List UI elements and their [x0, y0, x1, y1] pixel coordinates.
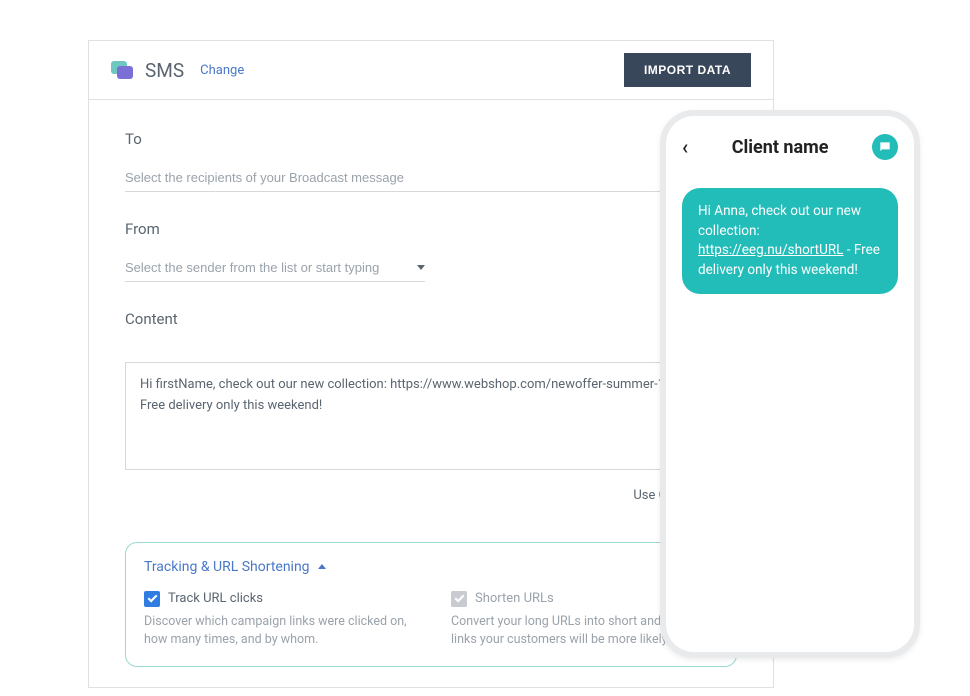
track-clicks-checkbox[interactable]: [144, 591, 160, 607]
content-textarea[interactable]: [125, 362, 737, 470]
tracking-toggle[interactable]: Tracking & URL Shortening: [144, 559, 718, 575]
to-input[interactable]: [125, 164, 737, 192]
sms-icon: [111, 61, 133, 79]
client-name-title: Client name: [732, 137, 829, 158]
channel-title: SMS: [145, 59, 184, 82]
import-data-button[interactable]: IMPORT DATA: [624, 53, 751, 87]
back-icon[interactable]: ‹: [682, 135, 688, 159]
message-bubble: Hi Anna, check out our new collection: h…: [682, 188, 898, 294]
charset-label: Use Character Set: [125, 486, 737, 507]
chevron-down-icon: [417, 265, 425, 270]
message-count: 2 Messag: [125, 344, 737, 358]
phone-header: ‹ Client name: [682, 134, 898, 160]
chat-icon[interactable]: [872, 134, 898, 160]
to-label: To: [125, 130, 737, 148]
tracking-panel: Tracking & URL Shortening Track URL clic…: [125, 542, 737, 668]
tracking-title: Tracking & URL Shortening: [144, 559, 310, 575]
charset-block: Use Character Set Unicode: [125, 486, 737, 528]
track-clicks-desc: Discover which campaign links were click…: [144, 613, 411, 651]
content-label: Content: [125, 310, 737, 328]
from-field-group: From: [125, 220, 737, 282]
charset-value[interactable]: Unicode: [125, 507, 737, 528]
card-header: SMS Change IMPORT DATA: [89, 41, 773, 100]
from-label: From: [125, 220, 737, 238]
phone-preview: ‹ Client name Hi Anna, check out our new…: [660, 110, 920, 658]
content-field-group: Content 2 Messag Use Character Set Unico…: [125, 310, 737, 528]
bubble-short-url[interactable]: https://eeg.nu/shortURL: [698, 242, 843, 258]
shorten-urls-label: Shorten URLs: [475, 591, 554, 606]
from-input[interactable]: [125, 260, 417, 275]
bubble-text-pre: Hi Anna, check out our new collection:: [698, 203, 861, 239]
from-select[interactable]: [125, 254, 425, 282]
track-clicks-label: Track URL clicks: [168, 591, 263, 606]
to-field-group: To: [125, 130, 737, 192]
shorten-urls-checkbox[interactable]: [451, 591, 467, 607]
track-clicks-option: Track URL clicks Discover which campaign…: [144, 591, 411, 651]
change-channel-link[interactable]: Change: [200, 63, 244, 78]
chevron-up-icon: [318, 564, 326, 569]
